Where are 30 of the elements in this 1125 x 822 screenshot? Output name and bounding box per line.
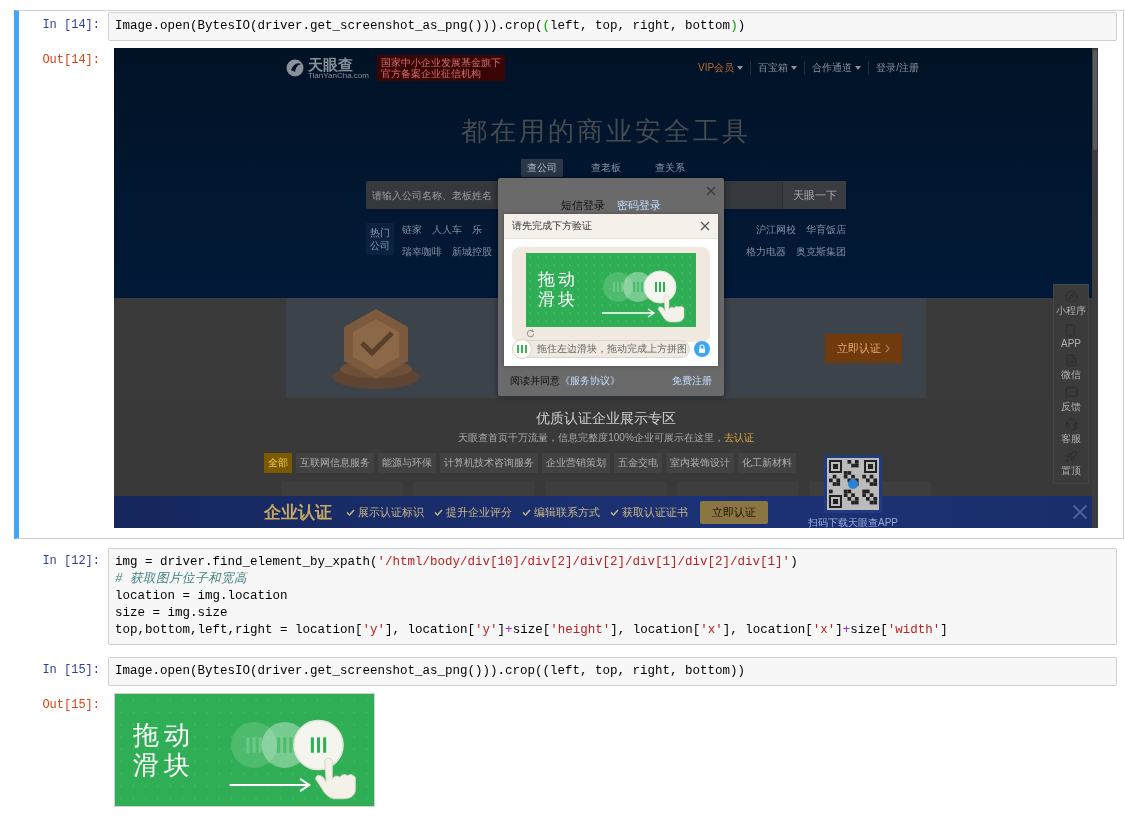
code-line: Image.open(BytesIO(driver.get_screenshot_as_png())).crop((left, top, right, bottom)) bbox=[115, 663, 746, 680]
output-prompt: Out[15]: bbox=[41, 697, 101, 712]
input-prompt: In [15]: bbox=[41, 662, 101, 677]
slider-hint: 拖住左边滑块，拖动完成上方拼图 bbox=[537, 342, 687, 356]
logo-name: 天眼查 bbox=[308, 56, 354, 72]
perk-text: 编辑联系方式 bbox=[534, 504, 600, 520]
code-line: img = driver.find_element_by_xpath('/html/body/div[10]/div[2]/div[2]/div[1]/div[2]/div[1]') bbox=[115, 554, 798, 571]
code-line: location = img.location bbox=[115, 588, 288, 605]
captcha-caption: 拖动 滑块 bbox=[538, 270, 578, 310]
code-line: Image.open(BytesIO(driver.get_screenshot_as_png())).crop((left, top, right, bottom)) bbox=[115, 18, 746, 35]
dialog-title: 请先完成下方验证 bbox=[512, 219, 592, 233]
headline: 都在用的商业安全工具 bbox=[461, 115, 751, 148]
code-line: top,bottom,left,right = location['y'], location['y']+size['height'], location['x'], location['x']+size['width'] bbox=[115, 622, 948, 639]
code-line: size = img.size bbox=[115, 605, 228, 622]
captcha-caption: 拖动 滑块 bbox=[133, 719, 195, 780]
section-title: 优质认证企业展示专区 bbox=[536, 410, 676, 428]
perk-text: 展示认证标识 bbox=[358, 504, 424, 520]
input-prompt: In [14]: bbox=[41, 17, 101, 32]
code-line: # 获取图片位子和宽高 bbox=[115, 571, 247, 588]
agreement-text: 阅读并同意《服务协议》 bbox=[510, 374, 620, 388]
perk-text: 提升企业评分 bbox=[446, 504, 512, 520]
slogan-badge: 国家中小企业发展基金旗下 官方备案企业征信机构 bbox=[376, 55, 505, 81]
qr-caption: 扫码下载天眼查APP bbox=[808, 516, 898, 528]
logo-domain: TianYanCha.com bbox=[308, 71, 369, 80]
perk-text: 获取认证证书 bbox=[622, 504, 688, 520]
input-prompt: In [12]: bbox=[41, 553, 101, 568]
bar-title: 企业认证 bbox=[264, 501, 332, 524]
section-subtitle: 天眼查首页千万流量，信息完整度100%企业可展示在这里，去认证 bbox=[458, 431, 754, 445]
hot-label: 热门 公司 bbox=[366, 223, 394, 255]
output-prompt: Out[14]: bbox=[41, 52, 101, 67]
